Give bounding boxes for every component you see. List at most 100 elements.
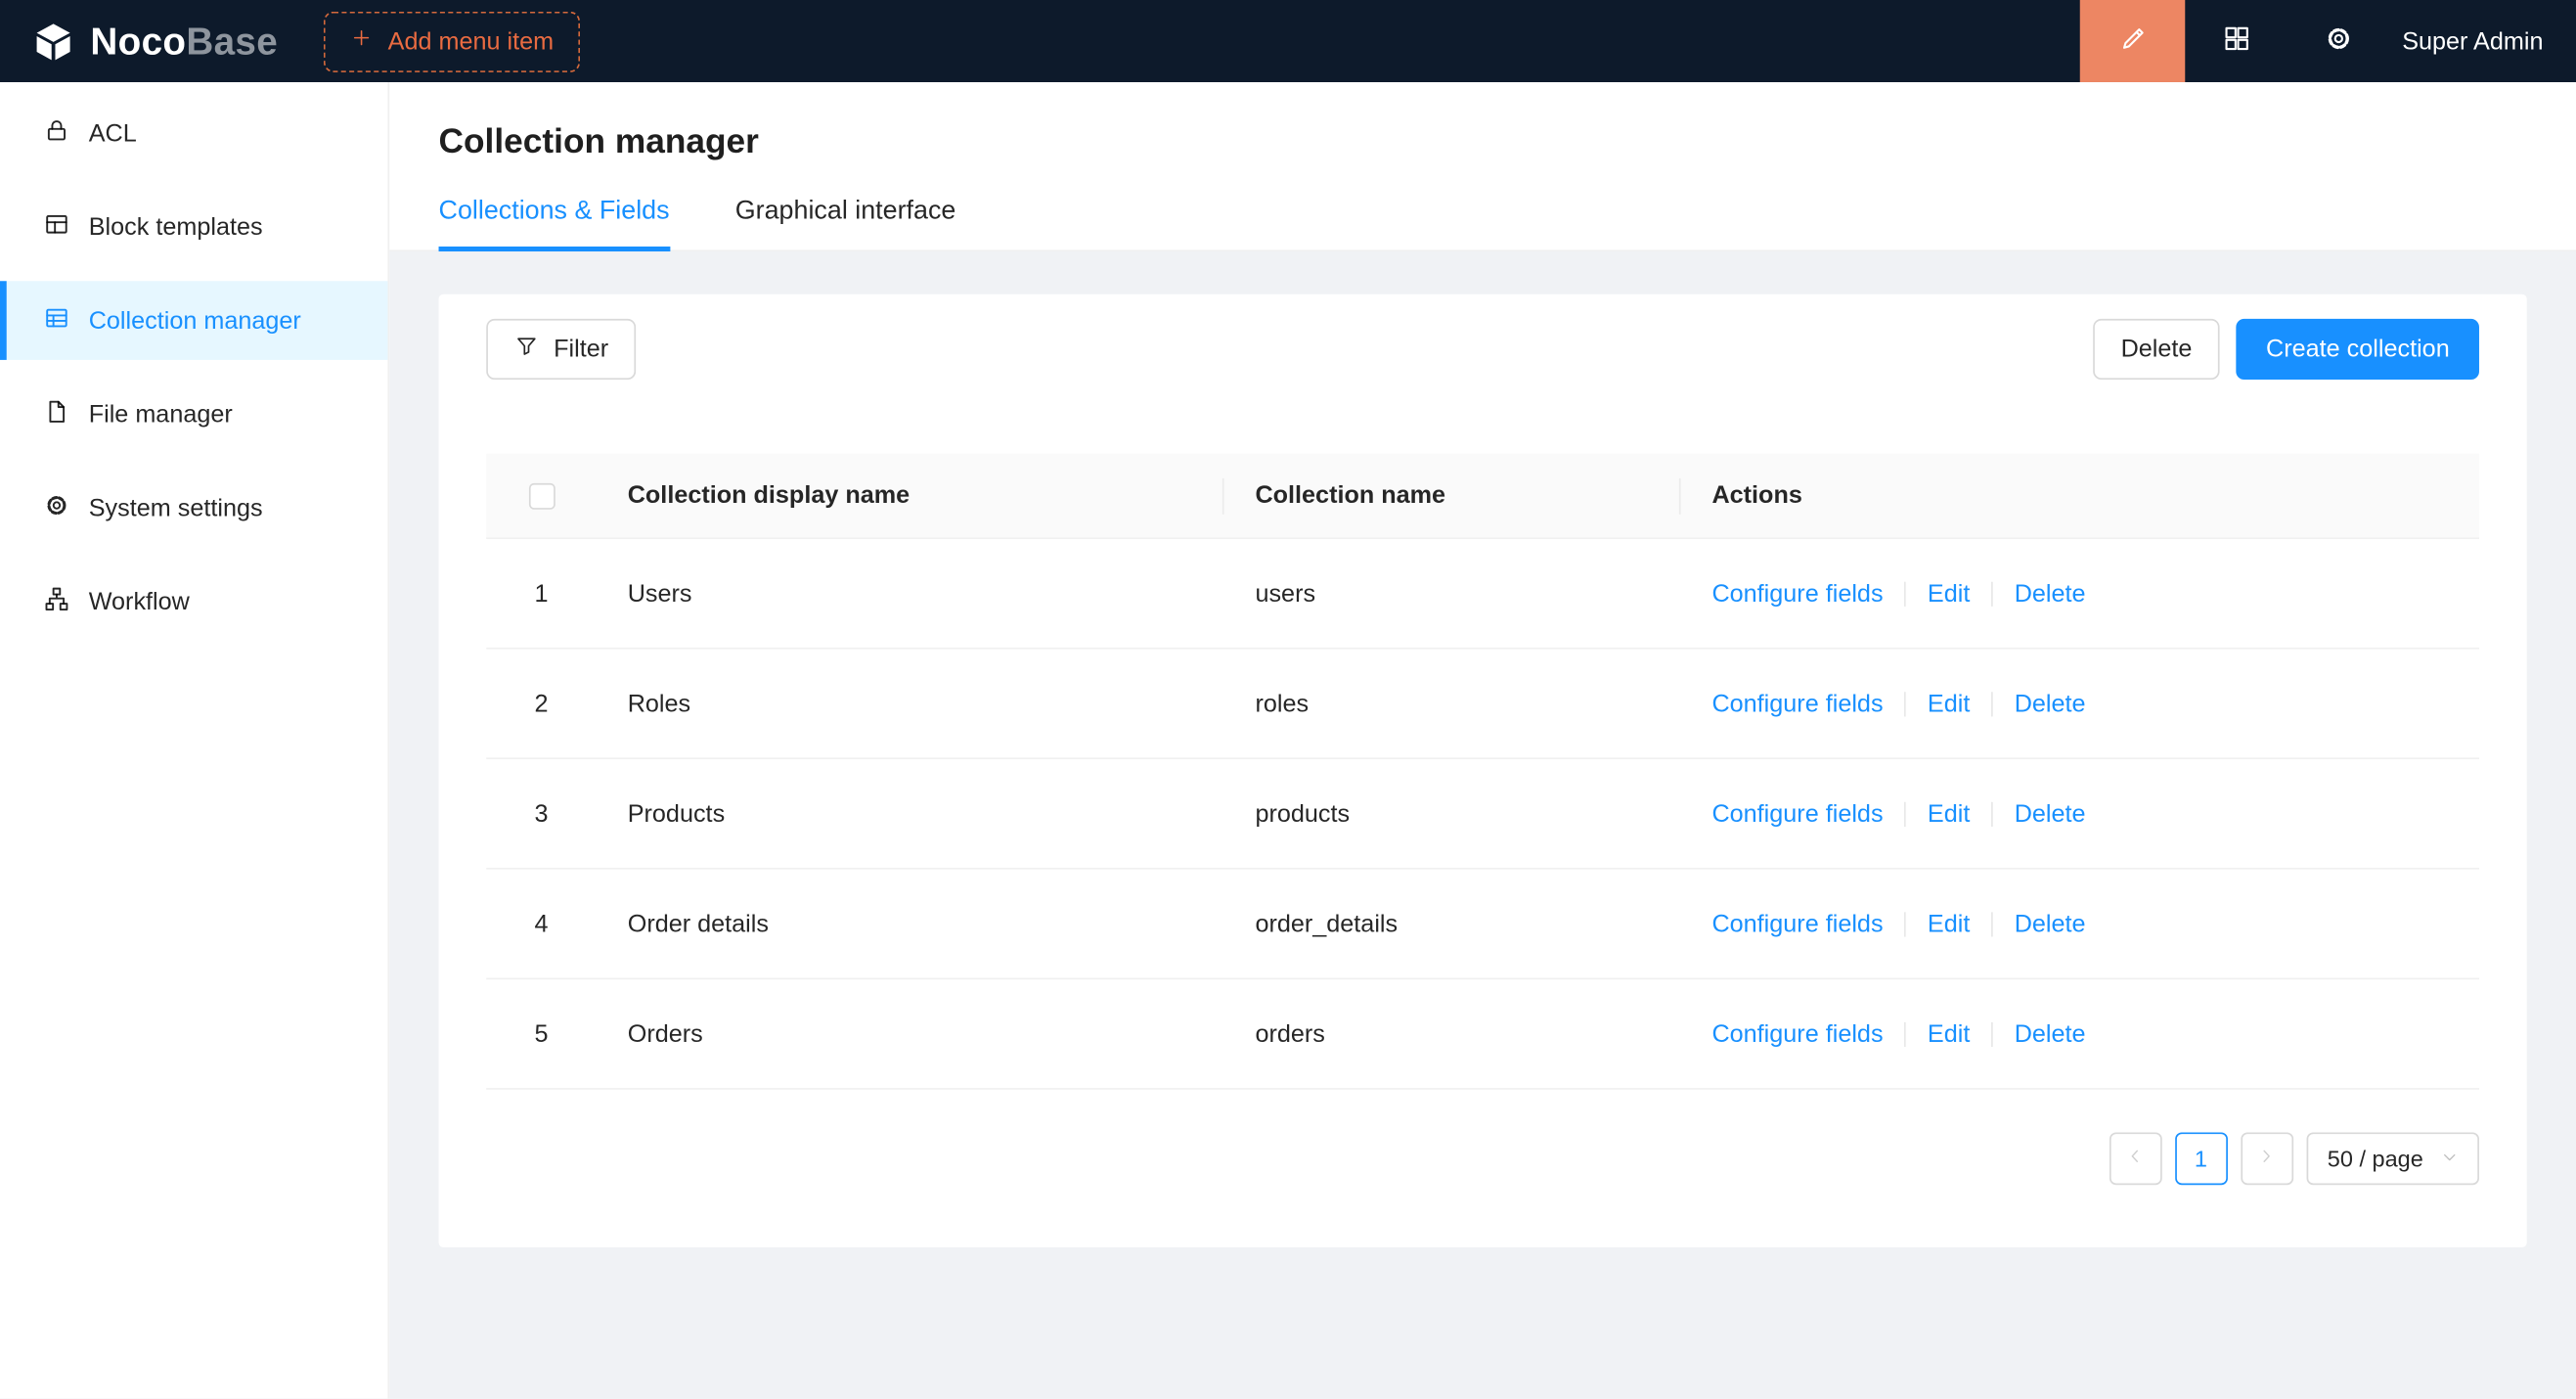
collections-table: Collection display name Collection name … bbox=[486, 454, 2479, 1090]
delete-button[interactable]: Delete bbox=[2093, 319, 2220, 380]
pagination: 1 50 / page bbox=[486, 1132, 2479, 1185]
collection-name-cell: roles bbox=[1224, 690, 1681, 718]
tab-graphical-interface[interactable]: Graphical interface bbox=[735, 198, 956, 250]
add-menu-item-label: Add menu item bbox=[388, 27, 554, 56]
configure-fields-link[interactable]: Configure fields bbox=[1711, 1019, 1883, 1048]
configure-fields-link[interactable]: Configure fields bbox=[1711, 690, 1883, 718]
column-header-collection-name: Collection name bbox=[1224, 454, 1681, 538]
action-divider bbox=[1991, 801, 1993, 826]
nocobase-logo[interactable]: NocoBase bbox=[0, 19, 278, 63]
filter-button[interactable]: Filter bbox=[486, 319, 636, 380]
gear-icon bbox=[43, 490, 71, 524]
column-header-display-name: Collection display name bbox=[597, 454, 1224, 538]
filter-button-label: Filter bbox=[554, 336, 608, 364]
table-icon bbox=[43, 303, 71, 338]
sidebar-item-label: Block templates bbox=[89, 213, 263, 242]
sidebar-item-label: Collection manager bbox=[89, 306, 301, 335]
settings-sidebar: ACL Block templates Collection manager F… bbox=[0, 82, 389, 1399]
edit-link[interactable]: Edit bbox=[1928, 579, 1970, 608]
collections-card: Filter Delete Create collection Collecti… bbox=[439, 294, 2527, 1247]
tab-bar: Collections & Fields Graphical interface bbox=[439, 198, 2527, 250]
edit-link[interactable]: Edit bbox=[1928, 1019, 1970, 1048]
table-row: 3 Products products Configure fields Edi… bbox=[486, 759, 2479, 870]
highlighter-pen-icon bbox=[2117, 23, 2149, 61]
ui-editor-button[interactable] bbox=[2080, 0, 2186, 82]
action-divider bbox=[1904, 691, 1906, 715]
cube-logo-icon bbox=[31, 19, 75, 63]
logo-text: NocoBase bbox=[90, 19, 278, 63]
row-actions: Configure fields Edit Delete bbox=[1681, 579, 2479, 608]
collection-display-name-cell: Roles bbox=[597, 690, 1224, 718]
chevron-right-icon bbox=[2256, 1146, 2278, 1172]
row-actions: Configure fields Edit Delete bbox=[1681, 910, 2479, 938]
user-menu[interactable]: Super Admin bbox=[2389, 27, 2576, 56]
header-checkbox-cell bbox=[486, 454, 597, 538]
sidebar-item-block-templates[interactable]: Block templates bbox=[0, 188, 387, 267]
row-index: 1 bbox=[486, 579, 597, 608]
collection-name-cell: order_details bbox=[1224, 910, 1681, 938]
file-icon bbox=[43, 397, 71, 431]
edit-link[interactable]: Edit bbox=[1928, 910, 1970, 938]
collection-name-cell: products bbox=[1224, 799, 1681, 828]
sidebar-item-workflow[interactable]: Workflow bbox=[0, 563, 387, 642]
sidebar-item-system-settings[interactable]: System settings bbox=[0, 469, 387, 548]
tab-collections-fields[interactable]: Collections & Fields bbox=[439, 198, 670, 250]
screen: NocoBase Add menu item bbox=[0, 0, 2576, 1399]
collection-display-name-cell: Order details bbox=[597, 910, 1224, 938]
funnel-icon bbox=[514, 334, 539, 365]
action-divider bbox=[1904, 581, 1906, 606]
app-window: NocoBase Add menu item bbox=[0, 0, 2576, 1399]
action-divider bbox=[1991, 912, 1993, 936]
action-divider bbox=[1991, 691, 1993, 715]
action-divider bbox=[1991, 581, 1993, 606]
header-actions: Super Admin bbox=[2080, 0, 2576, 82]
sidebar-item-acl[interactable]: ACL bbox=[0, 94, 387, 173]
delete-link[interactable]: Delete bbox=[2015, 690, 2086, 718]
sidebar-item-label: Workflow bbox=[89, 588, 190, 616]
workflow-icon bbox=[43, 584, 71, 618]
delete-link[interactable]: Delete bbox=[2015, 1019, 2086, 1048]
collection-display-name-cell: Products bbox=[597, 799, 1224, 828]
sidebar-item-label: ACL bbox=[89, 119, 137, 148]
collection-name-cell: users bbox=[1224, 579, 1681, 608]
plus-icon bbox=[350, 26, 374, 56]
prev-page-button[interactable] bbox=[2109, 1132, 2161, 1185]
delete-link[interactable]: Delete bbox=[2015, 579, 2086, 608]
row-actions: Configure fields Edit Delete bbox=[1681, 1019, 2479, 1048]
edit-link[interactable]: Edit bbox=[1928, 690, 1970, 718]
page-size-select[interactable]: 50 / page bbox=[2306, 1132, 2479, 1185]
chevron-down-icon bbox=[2440, 1146, 2460, 1172]
tab-content: Filter Delete Create collection Collecti… bbox=[389, 251, 2576, 1290]
configure-fields-link[interactable]: Configure fields bbox=[1711, 799, 1883, 828]
collection-name-cell: orders bbox=[1224, 1019, 1681, 1048]
logo-text-secondary: Base bbox=[186, 19, 278, 62]
edit-link[interactable]: Edit bbox=[1928, 799, 1970, 828]
sidebar-item-collection-manager[interactable]: Collection manager bbox=[0, 281, 387, 360]
page-1-button[interactable]: 1 bbox=[2175, 1132, 2228, 1185]
lock-icon bbox=[43, 115, 71, 150]
layout-icon bbox=[43, 209, 71, 244]
row-actions: Configure fields Edit Delete bbox=[1681, 690, 2479, 718]
chevron-left-icon bbox=[2124, 1146, 2146, 1172]
next-page-button[interactable] bbox=[2241, 1132, 2293, 1185]
settings-button[interactable] bbox=[2287, 0, 2389, 82]
sidebar-item-file-manager[interactable]: File manager bbox=[0, 375, 387, 454]
configure-fields-link[interactable]: Configure fields bbox=[1711, 910, 1883, 938]
logo-text-primary: Noco bbox=[90, 19, 186, 62]
column-header-actions: Actions bbox=[1681, 454, 2479, 538]
action-divider bbox=[1904, 1021, 1906, 1046]
delete-link[interactable]: Delete bbox=[2015, 799, 2086, 828]
page-title: Collection manager bbox=[439, 123, 2527, 162]
create-collection-button[interactable]: Create collection bbox=[2237, 319, 2479, 380]
delete-link[interactable]: Delete bbox=[2015, 910, 2086, 938]
plugins-button[interactable] bbox=[2185, 0, 2287, 82]
table-row: 1 Users users Configure fields Edit Dele… bbox=[486, 539, 2479, 650]
add-menu-item-button[interactable]: Add menu item bbox=[324, 11, 580, 71]
table-row: 4 Order details order_details Configure … bbox=[486, 870, 2479, 980]
row-index: 3 bbox=[486, 799, 597, 828]
row-index: 4 bbox=[486, 910, 597, 938]
sidebar-item-label: File manager bbox=[89, 400, 233, 429]
collection-display-name-cell: Orders bbox=[597, 1019, 1224, 1048]
configure-fields-link[interactable]: Configure fields bbox=[1711, 579, 1883, 608]
select-all-checkbox[interactable] bbox=[528, 482, 555, 509]
